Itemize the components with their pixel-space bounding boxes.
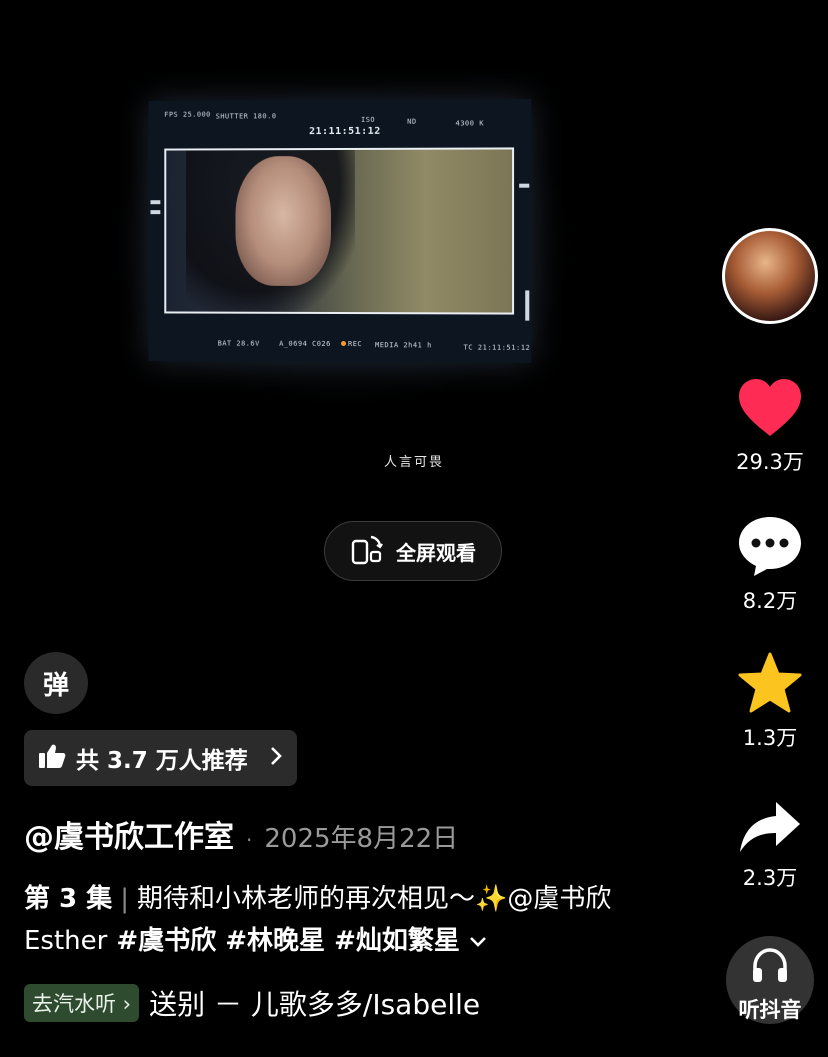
post-date: 2025年8月22日 — [264, 818, 458, 855]
episode-divider: | — [120, 884, 129, 914]
monitor-media: MEDIA 2h41 h — [375, 341, 432, 349]
thumbs-up-icon — [38, 743, 66, 773]
monitor-shutter: SHUTTER 180.0 — [216, 112, 277, 120]
monitor-clip: A_0694 C026 — [279, 340, 331, 348]
separator-dot: · — [246, 828, 252, 852]
author-avatar[interactable] — [722, 228, 818, 324]
monitor-bat: BAT 28.6V — [218, 339, 260, 347]
episode-label: 第 3 集 — [24, 884, 112, 914]
comment-icon — [737, 562, 803, 581]
monitor-iso: ISO — [361, 116, 375, 124]
share-count: 2.3万 — [720, 862, 820, 892]
video-face — [235, 156, 331, 286]
video-caption[interactable]: 第 3 集 | 期待和小林老师的再次相见～✨@虞书欣Esther #虞书欣 #林晚星… — [24, 878, 634, 962]
music-title[interactable]: 送别 － 儿歌多多/Isabelle — [149, 983, 479, 1023]
video-subtitle: 人言可畏 — [0, 451, 828, 470]
star-icon — [738, 699, 802, 718]
headphones-icon — [750, 946, 790, 990]
video-frame — [164, 147, 514, 314]
monitor-bottom-bar: BAT 28.6V A_0694 C026 REC MEDIA 2h41 h T… — [149, 327, 532, 359]
favorite-count: 1.3万 — [720, 722, 820, 752]
heart-icon — [737, 423, 803, 442]
music-line: 去汽水听 › 送别 － 儿歌多多/Isabelle — [24, 983, 479, 1023]
share-arrow-icon — [738, 839, 802, 858]
like-count: 29.3万 — [720, 446, 820, 476]
music-source-tag[interactable]: 去汽水听 › — [24, 984, 139, 1022]
favorite-button[interactable]: 1.3万 — [720, 652, 820, 752]
comment-button[interactable]: 8.2万 — [720, 515, 820, 615]
monitor-tc: TC 21:11:51:12 — [464, 344, 531, 352]
comment-count: 8.2万 — [720, 585, 820, 615]
video-monitor[interactable]: FPS 25.000 SHUTTER 180.0 21:11:51:12 ISO… — [149, 99, 532, 363]
danmu-toggle-button[interactable]: 弹 — [24, 652, 88, 714]
monitor-fps: FPS 25.000 — [164, 111, 211, 119]
rotate-screen-icon — [350, 533, 384, 569]
monitor-wb: 4300 K — [455, 119, 484, 127]
author-line: @虞书欣工作室 · 2025年8月22日 — [24, 812, 458, 856]
fullscreen-label: 全屏观看 — [396, 537, 476, 566]
monitor-nd: ND — [407, 118, 416, 126]
monitor-rec: REC — [341, 340, 362, 348]
author-name[interactable]: @虞书欣工作室 — [24, 812, 234, 856]
recommend-text: 共 3.7 万人推荐 — [76, 741, 259, 775]
share-button[interactable]: 2.3万 — [720, 800, 820, 892]
recommend-bar[interactable]: 共 3.7 万人推荐 — [24, 730, 297, 786]
monitor-top-bar: FPS 25.000 SHUTTER 180.0 21:11:51:12 ISO… — [149, 105, 532, 137]
monitor-timecode: 21:11:51:12 — [309, 126, 381, 137]
expand-chevron-icon[interactable] — [469, 926, 487, 956]
caption-tags[interactable]: #虞书欣 #林晚星 #灿如繁星 — [116, 926, 459, 956]
chevron-right-icon — [269, 746, 283, 770]
listen-label: 听抖音 — [726, 994, 814, 1024]
fullscreen-button[interactable]: 全屏观看 — [324, 521, 502, 581]
like-button[interactable]: 29.3万 — [720, 378, 820, 476]
listen-douyin-button[interactable]: 听抖音 — [726, 936, 814, 1028]
